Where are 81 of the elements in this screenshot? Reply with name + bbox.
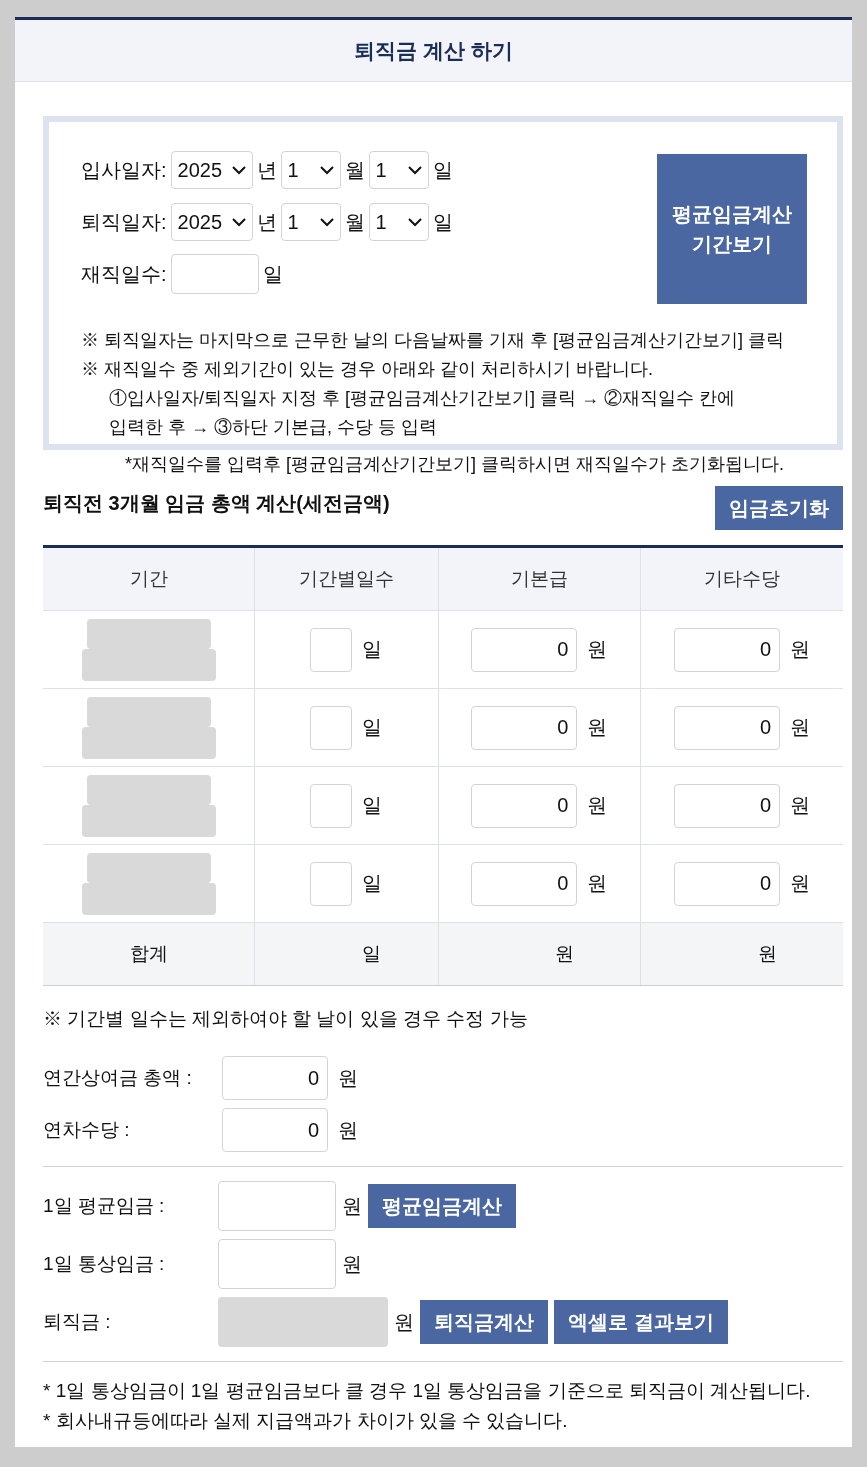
- column-header: 기타수당: [640, 546, 843, 611]
- warning-text: *재직일수를 입력후 [평균임금계산기간보기] 클릭하시면 재직일수가 초기화됩니다.: [125, 453, 785, 476]
- unit-label: 원: [342, 1251, 362, 1277]
- unit-label: 일: [361, 943, 381, 964]
- unit-label: 원: [338, 1065, 358, 1091]
- field-label: 재직일수:: [81, 261, 167, 287]
- input-field[interactable]: 0: [471, 861, 578, 906]
- unit-label: 원: [790, 637, 811, 662]
- unit-label: 원: [394, 1309, 414, 1335]
- reset-button[interactable]: 임금초기화: [715, 486, 843, 530]
- dropdown[interactable]: 2025: [170, 151, 253, 189]
- unit-label: 일: [432, 157, 453, 183]
- field-label: 퇴직일자:: [81, 209, 167, 235]
- input-field[interactable]: 0: [222, 1108, 328, 1152]
- input-field[interactable]: 0: [471, 705, 578, 750]
- caret-icon: [319, 165, 334, 175]
- unit-label: 원: [342, 1193, 362, 1219]
- period-button[interactable]: 평균임금계산 기간보기: [657, 154, 807, 304]
- input-field[interactable]: 0: [471, 627, 578, 672]
- unit-label: 일: [432, 209, 453, 235]
- unit-label: 일: [362, 871, 383, 896]
- caret-icon: [231, 217, 246, 227]
- total-label: 합계: [129, 943, 168, 964]
- unit-label: 원: [587, 637, 608, 662]
- input-field[interactable]: 0: [674, 627, 781, 672]
- input-field[interactable]: [170, 254, 259, 294]
- unit-label: 원: [790, 871, 811, 896]
- unit-label: 원: [338, 1117, 358, 1143]
- footnote-text: * 1일 통상임금이 1일 평균임금보다 클 경우 1일 통상임금을 기준으로 퇴직금이 계산됩니다.: [43, 1379, 812, 1403]
- dropdown[interactable]: 1: [368, 151, 429, 189]
- note-text: ※ 재직일수 중 제외기간이 있는 경우 아래와 같이 처리하시기 바랍니다.: [81, 358, 654, 381]
- unit-label: 원: [587, 715, 608, 740]
- page-title: 퇴직금 계산 하기: [354, 37, 513, 64]
- unit-label: 원: [587, 793, 608, 818]
- unit-label: 월: [344, 209, 365, 235]
- input-field[interactable]: [310, 861, 353, 906]
- unit-label: 원: [554, 943, 574, 964]
- input-field[interactable]: [310, 705, 353, 750]
- field-label: 1일 평균임금 :: [43, 1194, 166, 1218]
- field-label: 연간상여금 총액 :: [43, 1066, 193, 1090]
- section-title: 퇴직전 3개월 임금 총액 계산(세전금액): [43, 491, 390, 516]
- unit-label: 일: [362, 715, 383, 740]
- note-text: ※ 퇴직일자는 마지막으로 근무한 날의 다음날짜를 기재 후 [평균임금계산기간보기] 클릭: [81, 329, 785, 352]
- unit-label: 원: [790, 715, 811, 740]
- column-header: 기본급: [438, 546, 641, 611]
- input-field[interactable]: 0: [674, 783, 781, 828]
- input-field[interactable]: [310, 627, 353, 672]
- caret-icon: [231, 165, 246, 175]
- input-field[interactable]: 0: [222, 1056, 328, 1100]
- input-field[interactable]: 0: [674, 705, 781, 750]
- unit-label: 월: [344, 157, 365, 183]
- input-field[interactable]: 0: [674, 861, 781, 906]
- unit-label: 년: [256, 209, 277, 235]
- unit-label: 원: [587, 871, 608, 896]
- note-text: ※ 기간별 일수는 제외하여야 할 날이 있을 경우 수정 가능: [43, 1007, 529, 1031]
- unit-label: 일: [362, 637, 383, 662]
- unit-label: 일: [362, 793, 383, 818]
- dropdown[interactable]: 1: [280, 203, 341, 241]
- field-label: 입사일자:: [81, 157, 167, 183]
- dropdown[interactable]: 2025: [170, 203, 253, 241]
- caret-icon: [407, 217, 422, 227]
- column-header: 기간: [43, 546, 255, 611]
- calculate-button[interactable]: 평균임금계산: [368, 1184, 516, 1228]
- input-field[interactable]: [218, 1239, 336, 1289]
- unit-label: 원: [757, 943, 777, 964]
- unit-label: 년: [256, 157, 277, 183]
- input-field[interactable]: [218, 1181, 336, 1231]
- dropdown[interactable]: 1: [280, 151, 341, 189]
- footnote-text: * 회사내규등에따라 실제 지급액과가 차이가 있을 수 있습니다.: [43, 1409, 569, 1433]
- field-label: 1일 통상임금 :: [43, 1252, 166, 1276]
- dropdown[interactable]: 1: [368, 203, 429, 241]
- caret-icon: [319, 217, 334, 227]
- field-label: 연차수당 :: [43, 1118, 131, 1142]
- column-header: 기간별일수: [254, 546, 438, 611]
- unit-label: 원: [790, 793, 811, 818]
- field-label: 퇴직금 :: [43, 1310, 112, 1334]
- input-field[interactable]: [310, 783, 353, 828]
- input-field[interactable]: 0: [471, 783, 578, 828]
- caret-icon: [407, 165, 422, 175]
- unit-label: 일: [262, 261, 283, 287]
- note-text: ①입사일자/퇴직일자 지정 후 [평균임금계산기간보기] 클릭 → ②재직일수 칸에 입력한 후 → ③하단 기본급, 수당 등 입력: [108, 387, 736, 439]
